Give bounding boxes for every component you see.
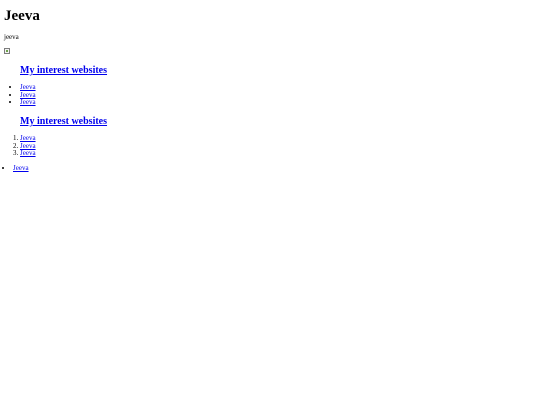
page: Jeeva jeeva My interest websites Jeeva J… <box>0 0 540 405</box>
list-item: Jeeva <box>13 164 29 173</box>
website-link[interactable]: Jeeva <box>20 149 36 157</box>
list-item: Jeeva <box>20 149 36 158</box>
section-heading-interest-websites: My interest websites <box>20 116 107 128</box>
section-heading-link[interactable]: My interest websites <box>20 116 107 127</box>
site-subtitle: jeeva <box>4 33 19 41</box>
footer-link[interactable]: Jeeva <box>13 164 29 172</box>
section-heading-link[interactable]: My interest websites <box>20 65 107 76</box>
website-link[interactable]: Jeeva <box>20 98 36 106</box>
site-title: Jeeva <box>4 8 40 24</box>
interest-websites-bullet-list: Jeeva Jeeva Jeeva <box>20 83 36 107</box>
list-item: Jeeva <box>20 98 36 107</box>
broken-image-icon <box>4 48 10 54</box>
footer-link-list: Jeeva <box>13 164 29 173</box>
section-heading-interest-websites: My interest websites <box>20 65 107 77</box>
interest-websites-numbered-list: Jeeva Jeeva Jeeva <box>20 134 36 158</box>
